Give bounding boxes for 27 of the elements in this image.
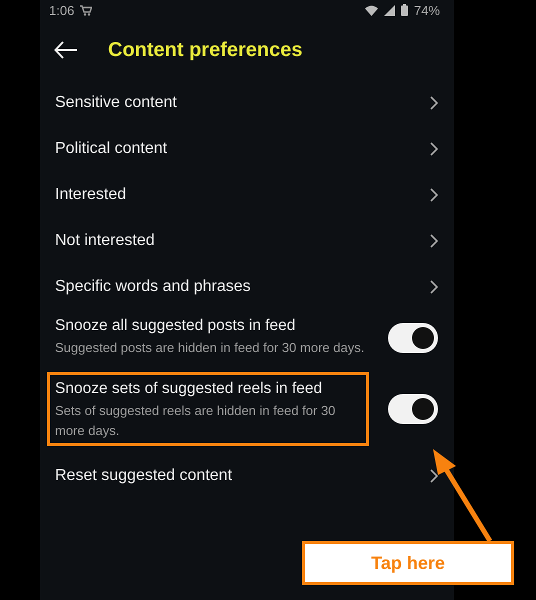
chevron-icon (430, 142, 438, 156)
battery-level: 74% (414, 2, 440, 18)
signal-icon (384, 4, 395, 16)
back-arrow-icon[interactable] (54, 41, 78, 59)
menu-item[interactable]: Specific words and phrases (55, 278, 430, 296)
toggle-switch[interactable] (388, 394, 438, 424)
chevron-icon (430, 96, 438, 110)
chevron-icon (430, 280, 438, 294)
setting-description: Suggested posts are hidden in feed for 30 more days. (55, 339, 366, 357)
menu-item[interactable]: Reset suggested content (55, 467, 430, 485)
setting-description: Sets of suggested reels are hidden in feed for 30 more days. (55, 402, 336, 440)
menu-item[interactable]: Sensitive content (55, 94, 430, 112)
menu-item[interactable]: Interested (55, 186, 430, 204)
menu-item[interactable]: Not interested (55, 232, 430, 250)
menu-item[interactable]: Political content (55, 140, 430, 158)
wifi-icon (364, 4, 378, 16)
setting-title: Snooze sets of suggested reels in feed (55, 380, 324, 398)
setting-title: Snooze all suggested posts in feed (55, 317, 296, 335)
chevron-icon (430, 234, 438, 248)
callout-label: Tap here (302, 541, 514, 585)
chevron-icon (430, 188, 438, 202)
cart-icon (80, 4, 92, 16)
status-time: 1:06 (49, 2, 74, 18)
page-title: Content preferences (108, 38, 302, 62)
toggle-switch[interactable] (388, 322, 438, 352)
chevron-icon (430, 469, 438, 483)
battery-icon (400, 4, 408, 16)
